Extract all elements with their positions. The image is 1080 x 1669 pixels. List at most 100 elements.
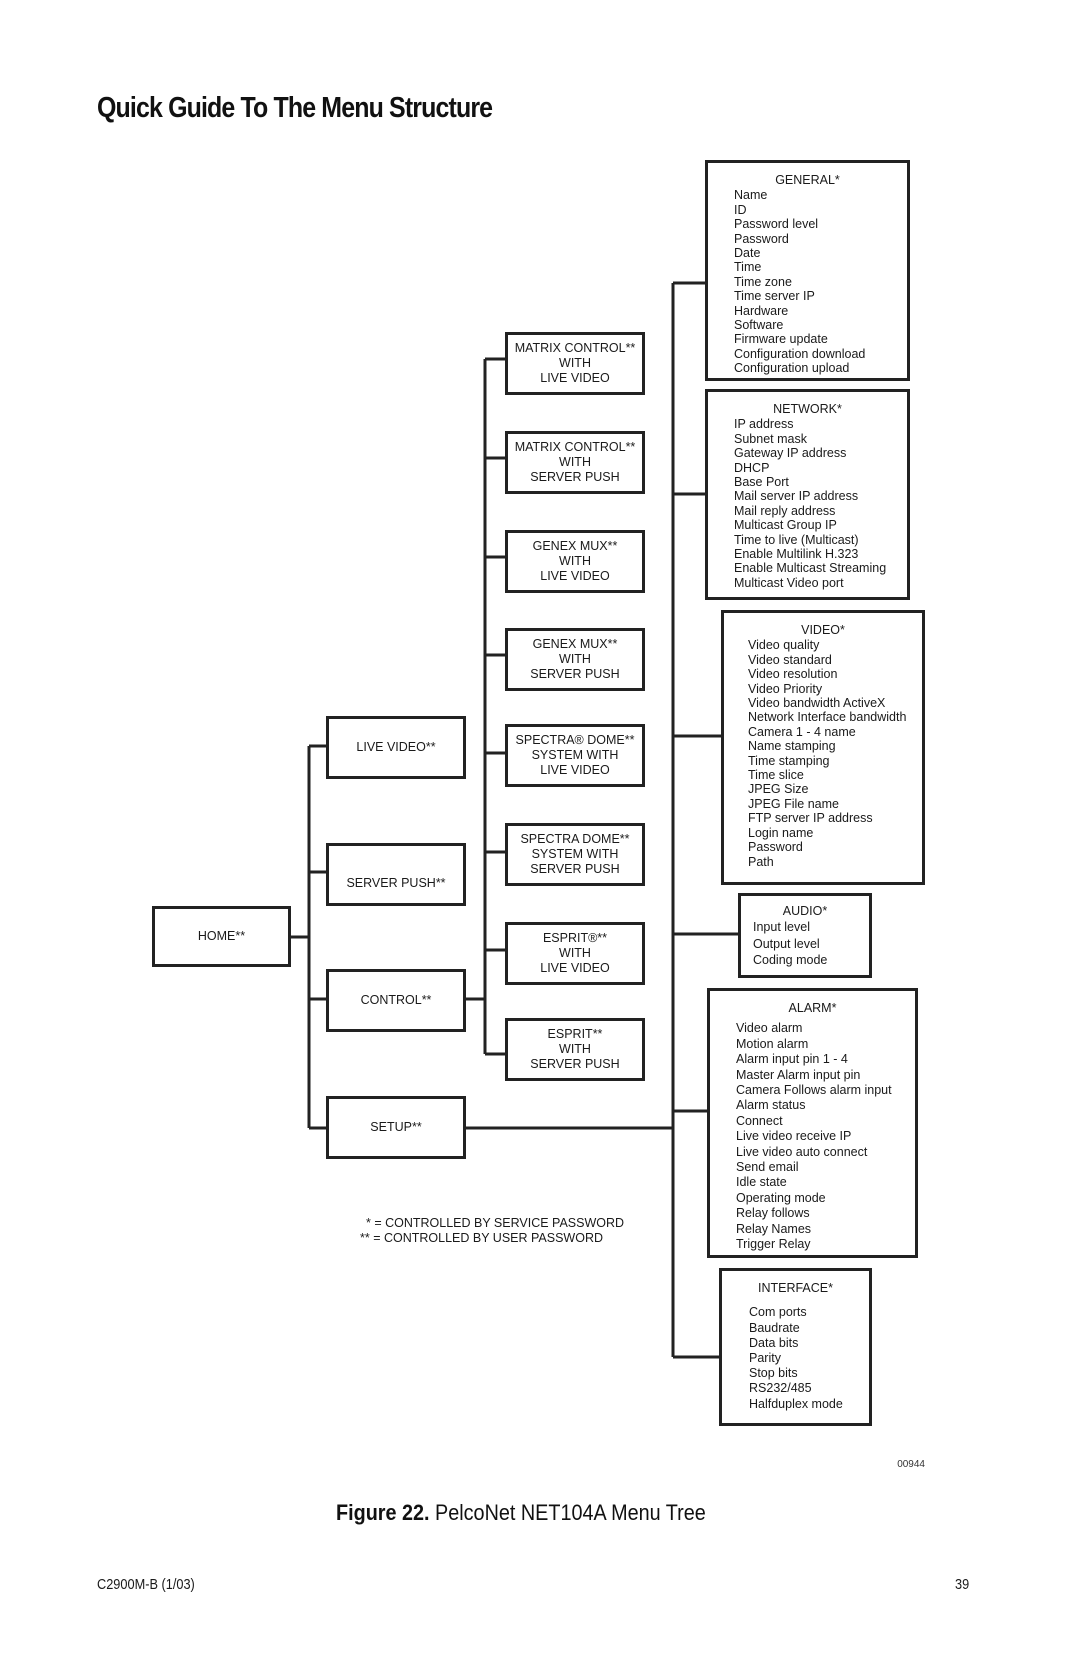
menu-item: Password <box>748 840 803 855</box>
menu-items: Input level Output level Coding mode <box>741 919 869 969</box>
menu-item: Mail server IP address <box>734 489 859 504</box>
menu-item: Video standard <box>748 652 832 667</box>
menu-item: Firmware update <box>734 332 828 347</box>
legend-service-password: * = CONTROLLED BY SERVICE PASSWORD <box>366 1216 625 1230</box>
menu-item: Master Alarm input pin <box>736 1067 861 1082</box>
menu-item: Parity <box>749 1351 781 1366</box>
menu-item: DHCP <box>734 460 770 475</box>
video-menu: VIDEO* Video quality Video standard Video … <box>721 610 925 885</box>
menu-header: AUDIO* <box>782 904 828 918</box>
menu-item: ID <box>734 202 747 217</box>
menu-items: Name ID Password level Password Date Time Time… <box>708 188 907 375</box>
menu-item: Stop bits <box>749 1366 798 1381</box>
menu-item: Multicast Video port <box>734 575 844 590</box>
menu-item: IP address <box>734 417 794 432</box>
menu-item: Alarm input pin 1 - 4 <box>736 1052 848 1067</box>
menu-header: NETWORK* <box>773 402 842 416</box>
esprit-server-push-node: ESPRIT** WITH SERVER PUSH <box>505 1018 645 1081</box>
footer-document-id: C2900M-B (1/03) <box>97 1576 195 1593</box>
menu-item: Input level <box>753 920 810 935</box>
menu-item: Time <box>734 260 762 275</box>
menu-item: RS232/485 <box>749 1381 812 1396</box>
interface-menu: INTERFACE* Com ports Baudrate Data bits Par… <box>719 1268 872 1426</box>
menu-item: Time stamping <box>748 753 830 768</box>
menu-item: Live video auto connect <box>736 1144 868 1159</box>
menu-item: Coding mode <box>753 953 828 968</box>
menu-item: Connect <box>736 1113 783 1128</box>
live-video-node: LIVE VIDEO** <box>326 716 466 779</box>
spectra-server-push-node: SPECTRA DOME** SYSTEM WITH SERVER PUSH <box>505 823 645 886</box>
menu-item: Time server IP <box>734 289 815 304</box>
menu-item: Mail reply address <box>734 503 836 518</box>
general-menu: GENERAL* Name ID Password level Password Dat… <box>705 160 910 381</box>
menu-item: Video quality <box>748 638 820 653</box>
menu-item: Operating mode <box>736 1190 826 1205</box>
menu-item: Enable Multicast Streaming <box>734 561 887 576</box>
network-menu: NETWORK* IP address Subnet mask Gateway IP… <box>705 389 910 600</box>
menu-items: Video alarm Motion alarm Alarm input pin 1… <box>710 1021 915 1252</box>
figure-label: Figure 22. <box>336 1500 430 1525</box>
menu-item: Camera Follows alarm input <box>736 1083 892 1098</box>
figure-number: 00944 <box>897 1459 925 1470</box>
menu-item: Trigger Relay <box>736 1237 811 1252</box>
menu-item: Login name <box>748 825 814 840</box>
menu-item: Path <box>748 854 774 869</box>
menu-header: ALARM* <box>788 1001 837 1015</box>
matrix-server-push-node: MATRIX CONTROL** WITH SERVER PUSH <box>505 431 645 494</box>
menu-item: Video Priority <box>748 681 823 696</box>
menu-item: Relay follows <box>736 1206 810 1221</box>
menu-item: Configuration download <box>734 346 866 361</box>
menu-item: Password <box>734 231 789 246</box>
home-node: HOME** <box>152 906 291 967</box>
menu-item: Halfduplex mode <box>749 1396 843 1411</box>
setup-node: SETUP** <box>326 1096 466 1159</box>
menu-item: Name <box>734 188 768 203</box>
footer-page-number: 39 <box>955 1576 970 1593</box>
menu-item: Video bandwidth ActiveX <box>748 696 886 711</box>
menu-item: Enable Multilink H.323 <box>734 547 859 562</box>
menu-item: JPEG File name <box>748 796 840 811</box>
menu-item: Com ports <box>749 1305 807 1320</box>
menu-item: Alarm status <box>736 1098 806 1113</box>
figure-caption: Figure 22. PelcoNet NET104A Menu Tree <box>336 1500 706 1526</box>
menu-item: Send email <box>736 1160 799 1175</box>
legend-user-password: ** = CONTROLLED BY USER PASSWORD <box>360 1231 603 1245</box>
menu-item: Idle state <box>736 1175 787 1190</box>
menu-item: Subnet mask <box>734 431 807 446</box>
menu-item: Name stamping <box>748 739 836 754</box>
menu-item: FTP server IP address <box>748 811 873 826</box>
menu-item: Date <box>734 246 761 261</box>
menu-item: Video alarm <box>736 1021 803 1036</box>
audio-menu: AUDIO* Input level Output level Coding mod… <box>738 893 872 978</box>
menu-item: Hardware <box>734 303 789 318</box>
esprit-live-video-node: ESPRIT®** WITH LIVE VIDEO <box>505 922 645 985</box>
menu-item: Relay Names <box>736 1221 812 1236</box>
menu-item: Time zone <box>734 274 792 289</box>
menu-item: Live video receive IP <box>736 1129 852 1144</box>
menu-item: Configuration upload <box>734 361 850 376</box>
genex-live-video-node: GENEX MUX** WITH LIVE VIDEO <box>505 530 645 593</box>
menu-item: Base Port <box>734 475 789 490</box>
menu-items: IP address Subnet mask Gateway IP address D… <box>708 417 907 590</box>
menu-items: Com ports Baudrate Data bits Parity Stop bit… <box>722 1305 869 1411</box>
menu-header: VIDEO* <box>801 623 845 637</box>
server-push-node: SERVER PUSH** <box>326 843 466 906</box>
menu-item: Network Interface bandwidth <box>748 710 907 725</box>
menu-item: JPEG Size <box>748 782 809 797</box>
menu-items: Video quality Video standard Video resolut… <box>724 638 922 869</box>
genex-server-push-node: GENEX MUX** WITH SERVER PUSH <box>505 628 645 691</box>
menu-item: Gateway IP address <box>734 446 847 461</box>
menu-item: Multicast Group IP <box>734 518 837 533</box>
menu-item: Password level <box>734 217 819 232</box>
control-node: CONTROL** <box>326 969 466 1032</box>
menu-item: Output level <box>753 936 820 951</box>
legend: * = CONTROLLED BY SERVICE PASSWORD ** = … <box>360 1216 624 1246</box>
menu-item: Software <box>734 318 784 333</box>
menu-item: Time to live (Multicast) <box>734 532 859 547</box>
spectra-live-video-node: SPECTRA® DOME** SYSTEM WITH LIVE VIDEO <box>505 724 645 787</box>
menu-header: INTERFACE* <box>757 1281 833 1295</box>
menu-item: Motion alarm <box>736 1036 809 1051</box>
menu-item: Time slice <box>748 768 804 783</box>
menu-item: Camera 1 - 4 name <box>748 724 856 739</box>
alarm-menu: ALARM* Video alarm Motion alarm Alarm inpu… <box>707 988 918 1258</box>
